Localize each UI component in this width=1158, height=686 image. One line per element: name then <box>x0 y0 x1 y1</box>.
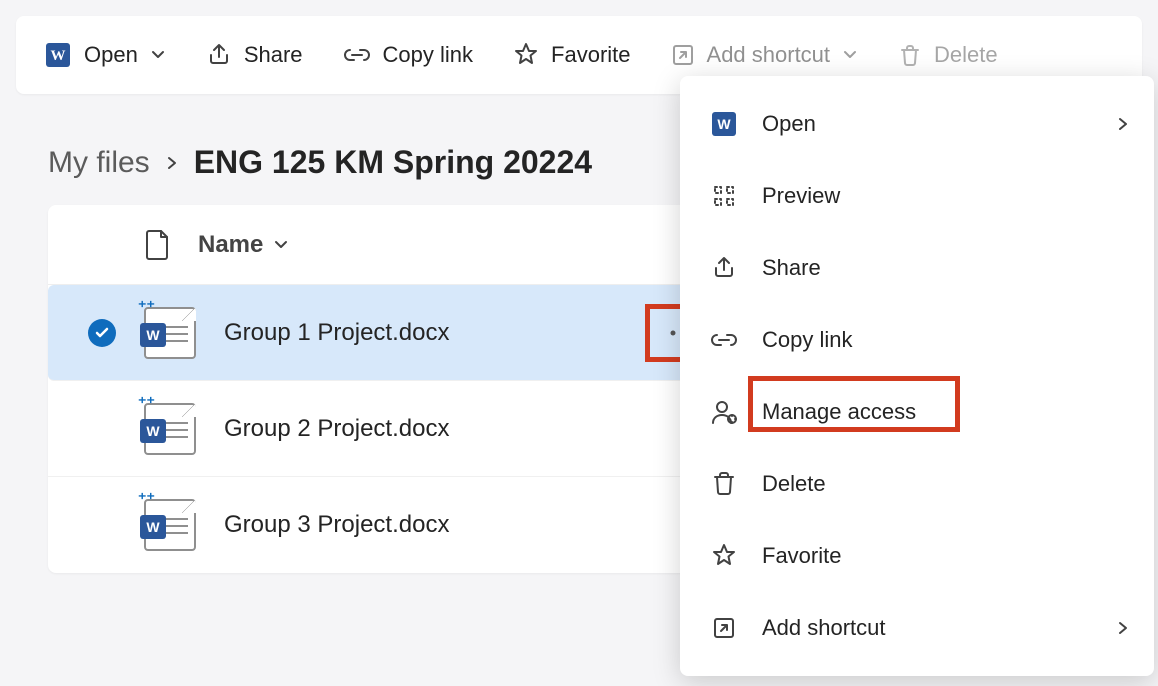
select-placeholder[interactable] <box>88 511 116 539</box>
delete-button[interactable]: Delete <box>898 42 998 68</box>
file-name[interactable]: Group 1 Project.docx <box>224 319 449 347</box>
select-placeholder[interactable] <box>88 415 116 443</box>
manage-access-icon <box>708 399 740 425</box>
word-file-icon: W ⁺⁺ <box>144 499 196 551</box>
trash-icon <box>708 471 740 497</box>
share-button[interactable]: Share <box>206 42 303 68</box>
menu-open[interactable]: W Open <box>680 88 1154 160</box>
file-name[interactable]: Group 2 Project.docx <box>224 415 449 443</box>
word-file-icon: W ⁺⁺ <box>144 403 196 455</box>
file-name[interactable]: Group 3 Project.docx <box>224 511 449 539</box>
word-icon: W <box>44 41 72 69</box>
trash-icon <box>898 43 922 67</box>
word-icon: W <box>708 111 740 137</box>
favorite-button[interactable]: Favorite <box>513 42 630 68</box>
menu-addshortcut-label: Add shortcut <box>762 615 886 641</box>
menu-favorite[interactable]: Favorite <box>680 520 1154 592</box>
menu-preview-label: Preview <box>762 183 840 209</box>
favorite-label: Favorite <box>551 42 630 68</box>
preview-icon <box>708 183 740 209</box>
menu-favorite-label: Favorite <box>762 543 841 569</box>
copylink-label: Copy link <box>383 42 473 68</box>
share-label: Share <box>244 42 303 68</box>
shortcut-icon <box>708 616 740 640</box>
addshortcut-label: Add shortcut <box>707 42 831 68</box>
chevron-right-icon <box>1116 621 1130 635</box>
menu-manageaccess[interactable]: Manage access <box>680 376 1154 448</box>
chevron-right-icon <box>1116 117 1130 131</box>
name-column-header[interactable]: Name <box>198 231 289 259</box>
menu-manageaccess-label: Manage access <box>762 399 916 425</box>
share-icon <box>206 42 232 68</box>
link-icon <box>343 45 371 65</box>
menu-copylink-label: Copy link <box>762 327 852 353</box>
chevron-right-icon <box>164 155 180 171</box>
share-icon <box>708 255 740 281</box>
menu-copylink[interactable]: Copy link <box>680 304 1154 376</box>
svg-text:W: W <box>51 48 66 64</box>
copylink-button[interactable]: Copy link <box>343 42 473 68</box>
context-menu: W Open Preview Share Copy link Manage ac… <box>680 76 1154 676</box>
menu-addshortcut[interactable]: Add shortcut <box>680 592 1154 664</box>
star-icon <box>513 42 539 68</box>
file-icon <box>144 229 170 261</box>
menu-delete[interactable]: Delete <box>680 448 1154 520</box>
menu-preview[interactable]: Preview <box>680 160 1154 232</box>
chevron-down-icon <box>842 47 858 63</box>
delete-label: Delete <box>934 42 998 68</box>
open-dropdown[interactable]: W Open <box>44 41 166 69</box>
breadcrumb-current: ENG 125 KM Spring 20224 <box>194 144 592 181</box>
svg-text:W: W <box>717 116 731 132</box>
menu-delete-label: Delete <box>762 471 826 497</box>
select-all-placeholder <box>88 231 116 259</box>
selected-check-icon[interactable] <box>88 319 116 347</box>
breadcrumb-root[interactable]: My files <box>48 146 150 180</box>
shortcut-icon <box>671 43 695 67</box>
link-icon <box>708 331 740 349</box>
addshortcut-button[interactable]: Add shortcut <box>671 42 859 68</box>
chevron-down-icon <box>150 47 166 63</box>
menu-share[interactable]: Share <box>680 232 1154 304</box>
menu-open-label: Open <box>762 111 816 137</box>
menu-share-label: Share <box>762 255 821 281</box>
word-file-icon: W ⁺⁺ <box>144 307 196 359</box>
star-icon <box>708 543 740 569</box>
open-label: Open <box>84 42 138 68</box>
